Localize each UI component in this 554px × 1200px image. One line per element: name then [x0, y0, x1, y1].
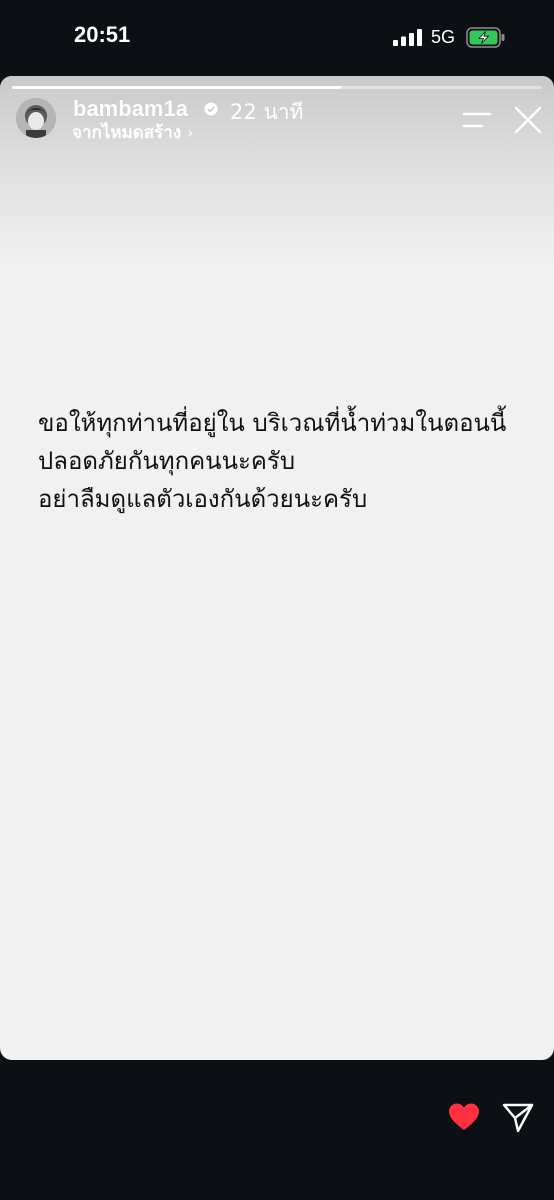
story-text-line: ปลอดภัยกันทุกคนนะครับ [38, 447, 296, 475]
story-source-link[interactable]: จากไหมดสร้าง › [72, 119, 194, 146]
cellular-signal-icon [393, 29, 422, 46]
story-time-ago: 22 นาที [230, 100, 304, 124]
send-icon[interactable] [501, 1102, 535, 1134]
story-text-line: อย่าลืมดูแลตัวเองกันด้วยนะครับ [38, 485, 368, 513]
instagram-story-screen: 20:51 5G bambam1a 22 นาที จากไหมดสร้าง ›… [0, 0, 554, 1200]
heart-icon[interactable] [447, 1102, 481, 1132]
chevron-right-icon: › [187, 123, 194, 142]
avatar-image [16, 98, 56, 138]
battery-charging-icon [466, 27, 505, 48]
close-icon[interactable] [514, 106, 542, 134]
avatar[interactable] [16, 98, 56, 138]
status-time: 20:51 [74, 22, 131, 47]
story-text: ขอให้ทุกท่านที่อยู่ใน บริเวณที่น้ำท่วมใน… [38, 404, 528, 518]
story-progress-fill [12, 86, 341, 89]
story-card[interactable]: bambam1a 22 นาที จากไหมดสร้าง › ขอให้ทุก… [0, 76, 554, 1060]
network-type: 5G [431, 27, 456, 47]
status-bar: 20:51 5G [0, 0, 554, 76]
menu-icon[interactable] [462, 110, 492, 130]
story-progress-bar [12, 86, 542, 89]
story-text-line: ขอให้ทุกท่านที่อยู่ใน บริเวณที่น้ำท่วมใน… [38, 409, 507, 437]
verified-badge-icon [204, 102, 218, 116]
story-source-label: จากไหมดสร้าง [72, 123, 182, 143]
